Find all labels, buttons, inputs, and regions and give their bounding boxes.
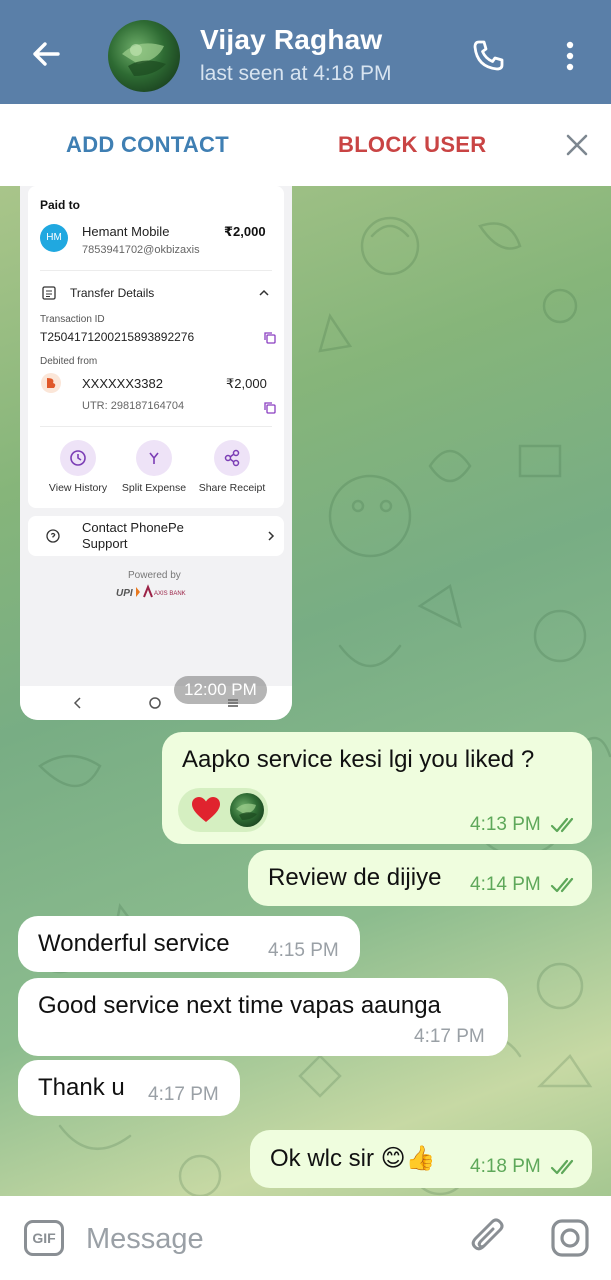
last-seen-status: last seen at 4:18 PM	[200, 62, 392, 85]
message-input-bar: GIF	[0, 1196, 611, 1280]
split-expense-label: Split Expense	[121, 482, 187, 494]
transaction-id-label: Transaction ID	[40, 314, 105, 325]
contact-avatar[interactable]	[108, 20, 180, 92]
message-bubble-incoming[interactable]: Thank u 4:17 PM	[18, 1060, 240, 1116]
back-arrow-icon[interactable]	[28, 36, 64, 72]
payee-avatar: HM	[40, 224, 68, 252]
contact-action-bar: ADD CONTACT BLOCK USER	[0, 104, 611, 187]
avatar-image	[122, 43, 166, 76]
debited-account: XXXXXX3382	[82, 376, 163, 391]
nav-home-icon	[149, 697, 161, 709]
block-user-button[interactable]: BLOCK USER	[338, 132, 486, 158]
divider	[40, 426, 272, 427]
instagram-camera-icon[interactable]	[550, 1218, 590, 1258]
debited-from-label: Debited from	[40, 356, 98, 367]
powered-by-label: Powered by	[128, 570, 181, 581]
transaction-id-value: T2504171200215893892276	[40, 330, 195, 344]
chevron-up-icon	[259, 289, 269, 296]
message-time: 4:18 PM	[470, 1156, 541, 1177]
paid-amount: ₹2,000	[224, 224, 266, 239]
paperclip-icon[interactable]	[470, 1218, 508, 1258]
message-text: Thank u	[38, 1074, 125, 1101]
heart-icon	[192, 797, 220, 822]
avatar-image	[236, 803, 257, 820]
history-icon	[70, 450, 86, 466]
message-bubble-outgoing[interactable]: Ok wlc sir 😊👍 4:18 PM	[250, 1130, 592, 1188]
copy-icon	[264, 332, 276, 344]
copy-icon	[264, 402, 276, 414]
message-text: Good service next time vapas aaunga	[38, 992, 441, 1019]
message-text: Wonderful service	[38, 930, 230, 957]
support-card: Contact PhonePe Support	[28, 516, 284, 556]
message-bubble-incoming[interactable]: Good service next time vapas aaunga 4:17…	[18, 978, 508, 1056]
debited-amount: ₹2,000	[226, 376, 267, 391]
bank-logo-icon	[41, 373, 61, 393]
payment-screenshot-image[interactable]: Paid to HM Hemant Mobile 7853941702@okbi…	[20, 186, 292, 720]
more-vertical-icon[interactable]	[556, 38, 584, 74]
reaction-user-avatar	[230, 793, 264, 827]
upi-axis-bank-logo: UPI AXIS BANK	[116, 584, 186, 599]
split-expense-button	[136, 440, 172, 476]
chat-messages-area[interactable]: Paid to HM Hemant Mobile 7853941702@okbi…	[0, 186, 611, 1196]
message-time: 4:17 PM	[414, 1026, 485, 1047]
phone-icon[interactable]	[470, 38, 506, 74]
svg-text:UPI: UPI	[116, 588, 133, 599]
svg-text:AXIS BANK: AXIS BANK	[154, 591, 186, 597]
double-check-icon	[550, 877, 574, 893]
nav-back-icon	[73, 697, 81, 709]
gif-button[interactable]: GIF	[24, 1220, 64, 1256]
payee-name: Hemant Mobile	[82, 224, 170, 239]
split-icon	[149, 452, 159, 464]
double-check-icon	[550, 1159, 574, 1175]
message-bubble-outgoing[interactable]: Aapko service kesi lgi you liked ? 4:13 …	[162, 732, 592, 844]
receipt-icon	[42, 286, 56, 300]
share-receipt-label: Share Receipt	[198, 482, 266, 494]
message-bubble-incoming[interactable]: Wonderful service 4:15 PM	[18, 916, 360, 972]
transfer-details-label: Transfer Details	[70, 286, 155, 300]
message-time: 4:17 PM	[148, 1084, 219, 1105]
message-time: 4:14 PM	[470, 874, 541, 895]
reactions-bar[interactable]	[178, 788, 268, 832]
divider	[40, 270, 272, 271]
add-contact-button[interactable]: ADD CONTACT	[66, 132, 229, 158]
paid-to-label: Paid to	[40, 198, 81, 212]
paid-to-card: Paid to HM Hemant Mobile 7853941702@okbi…	[28, 186, 284, 508]
message-bubble-outgoing[interactable]: Review de dijiye 4:14 PM	[248, 850, 592, 906]
message-time: 4:13 PM	[470, 814, 541, 835]
double-check-icon	[550, 817, 574, 833]
contact-support-label: Contact PhonePe Support	[82, 520, 184, 551]
message-text: Review de dijiye	[268, 864, 442, 891]
message-text: Ok wlc sir 😊👍	[270, 1145, 436, 1172]
utr-number: UTR: 298187164704	[82, 400, 185, 412]
chevron-right-icon	[268, 531, 275, 541]
message-input[interactable]	[84, 1216, 448, 1262]
chat-header: Vijay Raghaw last seen at 4:18 PM	[0, 0, 611, 104]
view-history-button	[60, 440, 96, 476]
share-receipt-button	[214, 440, 250, 476]
message-text: Aapko service kesi lgi you liked ?	[182, 746, 535, 773]
share-icon	[224, 449, 240, 467]
payee-upi-id: 7853941702@okbizaxis	[82, 244, 200, 256]
image-timestamp: 12:00 PM	[174, 676, 267, 704]
contact-name[interactable]: Vijay Raghaw	[200, 24, 382, 56]
support-icon	[46, 529, 60, 543]
message-time: 4:15 PM	[268, 940, 339, 961]
close-icon[interactable]	[562, 130, 592, 160]
view-history-label: View History	[48, 482, 108, 494]
